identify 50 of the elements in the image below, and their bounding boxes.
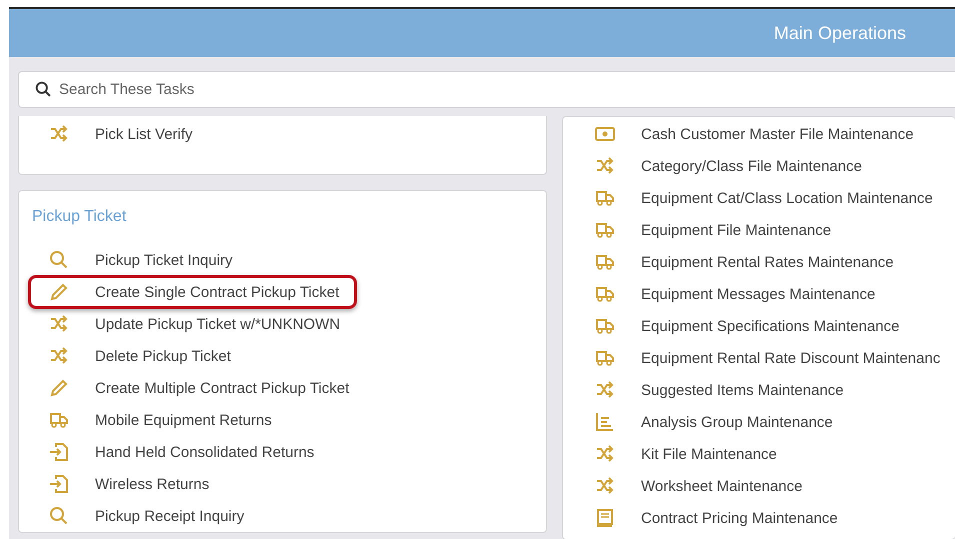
task-link[interactable]: Equipment File Maintenance <box>641 222 832 238</box>
shuffle-icon <box>49 314 69 334</box>
enter-icon <box>49 474 69 494</box>
task-link[interactable]: Analysis Group Maintenance <box>641 414 833 430</box>
task-link[interactable]: Equipment Cat/Class Location Maintenance <box>641 190 933 206</box>
truck-icon <box>595 220 615 240</box>
pencil-icon <box>49 378 69 398</box>
task-link[interactable]: Equipment Rental Rate Discount Maintenanc <box>641 350 940 366</box>
cash-icon <box>595 124 615 144</box>
truck-icon <box>595 188 615 208</box>
truck-icon <box>595 284 615 304</box>
shuffle-icon <box>595 444 615 464</box>
truck-icon <box>595 348 615 368</box>
task-link[interactable]: Pickup Receipt Inquiry <box>95 508 244 524</box>
task-link[interactable]: Cash Customer Master File Maintenance <box>641 126 914 142</box>
truck-icon <box>49 410 69 430</box>
search-icon <box>49 250 69 270</box>
task-link[interactable]: Pick List Verify <box>95 126 193 142</box>
task-link[interactable]: Hand Held Consolidated Returns <box>95 444 314 460</box>
book-icon <box>595 508 615 528</box>
shuffle-icon <box>49 124 69 144</box>
truck-icon <box>595 316 615 336</box>
task-link[interactable]: Create Multiple Contract Pickup Ticket <box>95 380 350 396</box>
chart-icon <box>595 412 615 432</box>
shuffle-icon <box>49 346 69 366</box>
task-link[interactable]: Equipment Rental Rates Maintenance <box>641 254 894 270</box>
task-link[interactable]: Update Pickup Ticket w/*UNKNOWN <box>95 316 340 332</box>
shuffle-icon <box>595 380 615 400</box>
enter-icon <box>49 442 69 462</box>
pencil-icon <box>49 282 69 302</box>
task-link[interactable]: Equipment Messages Maintenance <box>641 286 876 302</box>
task-link[interactable]: Equipment Specifications Maintenance <box>641 318 900 334</box>
task-link[interactable]: Pickup Ticket Inquiry <box>95 252 233 268</box>
task-link[interactable]: Wireless Returns <box>95 476 210 492</box>
task-link[interactable]: Mobile Equipment Returns <box>95 412 272 428</box>
header-title: Main Operations <box>774 22 906 44</box>
shuffle-icon <box>595 156 615 176</box>
task-link[interactable]: Delete Pickup Ticket <box>95 348 231 364</box>
task-link[interactable]: Contract Pricing Maintenance <box>641 510 838 526</box>
section-title: Pickup Ticket <box>31 207 128 227</box>
shuffle-icon <box>595 476 615 496</box>
search-field[interactable]: Search These Tasks <box>18 71 955 108</box>
task-link[interactable]: Worksheet Maintenance <box>641 478 802 494</box>
search-icon <box>35 81 52 98</box>
task-link[interactable]: Kit File Maintenance <box>641 446 777 462</box>
task-link[interactable]: Suggested Items Maintenance <box>641 382 844 398</box>
truck-icon <box>595 252 615 272</box>
search-icon <box>49 506 69 526</box>
task-link[interactable]: Create Single Contract Pickup Ticket <box>95 284 340 300</box>
task-link[interactable]: Category/Class File Maintenance <box>641 158 862 174</box>
